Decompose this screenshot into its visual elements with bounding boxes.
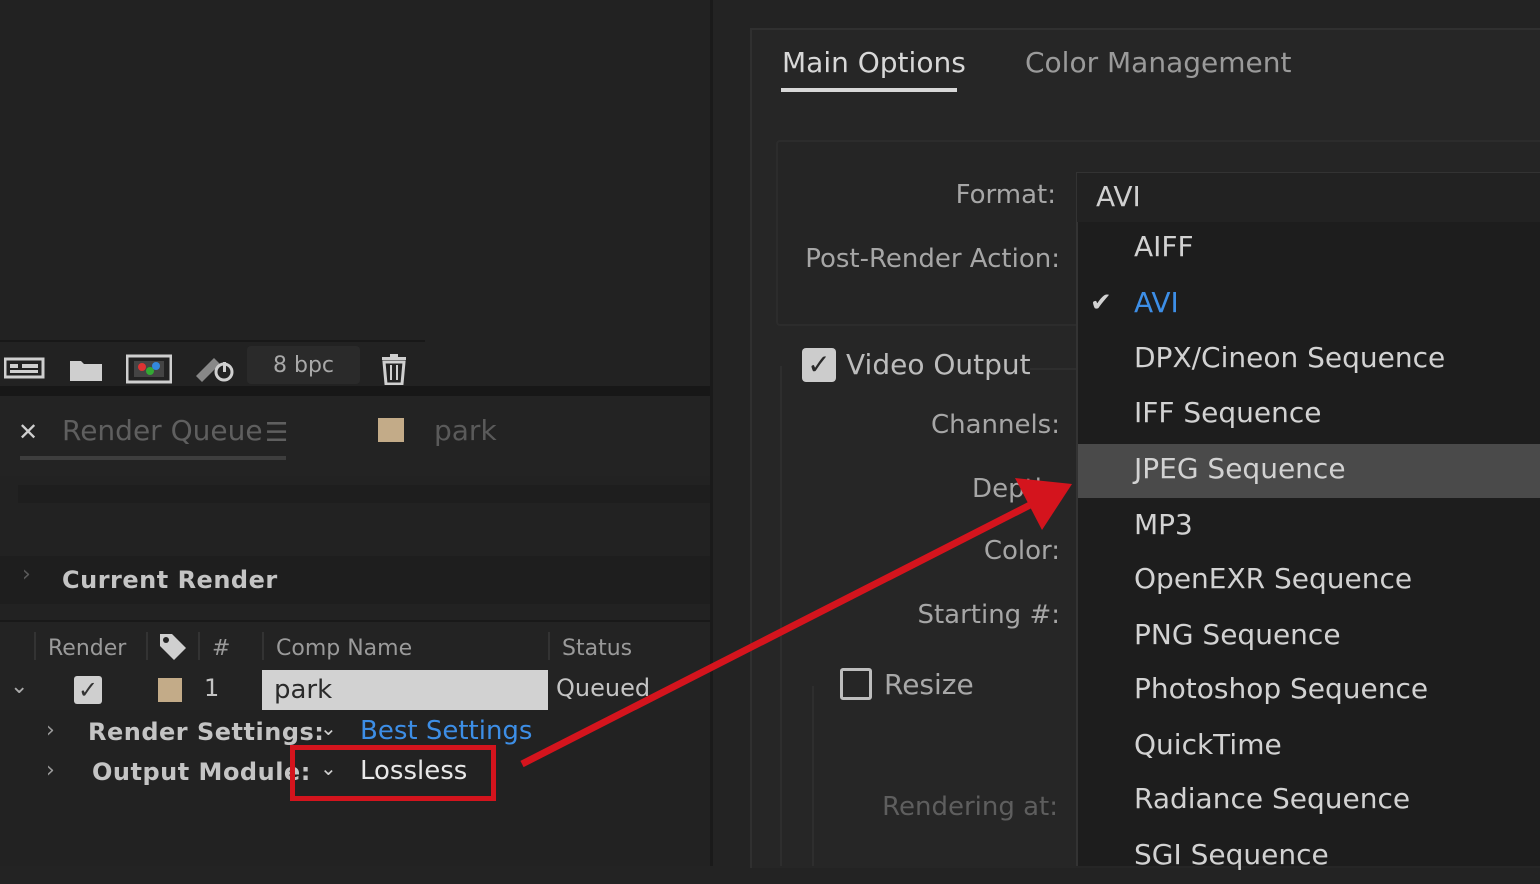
format-dropdown[interactable] bbox=[1076, 172, 1540, 224]
format-dropdown-menu: AIFF ✔ AVI DPX/Cineon Sequence IFF Seque… bbox=[1076, 222, 1540, 871]
panel-menu-icon[interactable]: ☰ bbox=[265, 418, 288, 448]
queue-column-header: Render # Comp Name Status bbox=[0, 620, 710, 672]
menu-item-sgi[interactable]: SGI Sequence bbox=[1078, 830, 1540, 884]
video-output-group-border bbox=[1030, 368, 1080, 370]
tab-underline bbox=[20, 456, 286, 460]
video-output-checkbox[interactable]: ✓ bbox=[802, 348, 836, 382]
chevron-right-icon[interactable]: › bbox=[46, 718, 55, 743]
channels-label: Channels: bbox=[930, 410, 1060, 440]
row-comp-name[interactable]: park bbox=[262, 670, 548, 710]
output-module-label: Output Module: bbox=[92, 758, 311, 786]
col-render[interactable]: Render bbox=[48, 636, 126, 661]
video-output-label: Video Output bbox=[846, 348, 1031, 381]
interpret-footage-icon[interactable] bbox=[4, 354, 48, 384]
tab-main-options[interactable]: Main Options bbox=[782, 46, 966, 79]
color-label: Color: bbox=[983, 536, 1060, 566]
chevron-right-icon[interactable]: › bbox=[22, 562, 31, 587]
tab-color-management[interactable]: Color Management bbox=[1025, 46, 1291, 79]
project-toolbar: 8 bpc bbox=[0, 340, 430, 388]
col-status[interactable]: Status bbox=[562, 636, 632, 661]
bit-depth-button[interactable]: 8 bpc bbox=[247, 346, 360, 384]
menu-item-openexr[interactable]: OpenEXR Sequence bbox=[1078, 554, 1540, 608]
menu-item-radiance[interactable]: Radiance Sequence bbox=[1078, 774, 1540, 828]
menu-item-avi[interactable]: ✔ AVI bbox=[1078, 278, 1540, 332]
resize-checkbox[interactable] bbox=[840, 668, 872, 700]
close-tab-icon[interactable]: ✕ bbox=[18, 418, 38, 446]
annotation-highlight-box bbox=[290, 745, 496, 801]
menu-item-aiff[interactable]: AIFF bbox=[1078, 222, 1540, 276]
queue-row[interactable]: ⌄ ✓ 1 park Queued bbox=[0, 670, 710, 710]
current-render-section: › Current Render bbox=[0, 556, 710, 604]
render-checkbox[interactable]: ✓ bbox=[74, 676, 102, 704]
tab-underline bbox=[781, 88, 957, 92]
label-tag-icon[interactable] bbox=[158, 632, 188, 666]
row-label-swatch[interactable] bbox=[158, 678, 182, 702]
format-label: Format: bbox=[955, 180, 1056, 210]
render-settings-link[interactable]: Best Settings bbox=[360, 716, 532, 746]
toolbar-separator bbox=[0, 386, 710, 396]
chevron-down-icon[interactable]: ⌄ bbox=[10, 674, 28, 699]
trash-icon[interactable] bbox=[378, 354, 410, 385]
format-value[interactable]: AVI bbox=[1096, 180, 1141, 213]
col-comp-name[interactable]: Comp Name bbox=[276, 636, 412, 661]
menu-item-dpx-cineon[interactable]: DPX/Cineon Sequence bbox=[1078, 333, 1540, 387]
menu-item-jpeg[interactable]: JPEG Sequence bbox=[1078, 444, 1540, 498]
resize-group-border bbox=[812, 686, 814, 866]
tab-comp-park[interactable]: park bbox=[434, 414, 497, 447]
starting-number-label: Starting #: bbox=[917, 600, 1060, 630]
render-progress-bar bbox=[18, 485, 710, 503]
depth-label: Depth: bbox=[972, 474, 1060, 504]
menu-item-mp3[interactable]: MP3 bbox=[1078, 500, 1540, 554]
new-composition-icon[interactable] bbox=[126, 354, 172, 384]
checkmark-icon: ✔ bbox=[1090, 288, 1112, 318]
video-output-group-border bbox=[780, 366, 782, 866]
tab-render-queue[interactable]: Render Queue bbox=[62, 414, 263, 447]
menu-item-photoshop[interactable]: Photoshop Sequence bbox=[1078, 664, 1540, 718]
menu-item-iff[interactable]: IFF Sequence bbox=[1078, 388, 1540, 442]
menu-item-png[interactable]: PNG Sequence bbox=[1078, 610, 1540, 664]
chevron-right-icon[interactable]: › bbox=[46, 758, 55, 783]
panel-tab-row: ✕ Render Queue ☰ park bbox=[0, 396, 710, 476]
resize-label: Resize bbox=[884, 668, 974, 701]
row-number: 1 bbox=[204, 674, 220, 702]
new-folder-icon[interactable] bbox=[68, 354, 104, 384]
post-render-action-label: Post-Render Action: bbox=[805, 244, 1060, 274]
current-render-label: Current Render bbox=[62, 566, 278, 594]
col-number[interactable]: # bbox=[212, 636, 230, 661]
menu-item-quicktime[interactable]: QuickTime bbox=[1078, 720, 1540, 774]
project-settings-icon[interactable] bbox=[194, 354, 238, 384]
panel-divider[interactable] bbox=[710, 0, 713, 866]
render-settings-label: Render Settings: bbox=[88, 718, 325, 746]
rendering-at-label: Rendering at: bbox=[882, 792, 1058, 822]
row-status: Queued bbox=[556, 674, 651, 702]
comp-label-swatch bbox=[378, 418, 404, 442]
chevron-down-icon[interactable]: ⌄ bbox=[320, 716, 337, 740]
